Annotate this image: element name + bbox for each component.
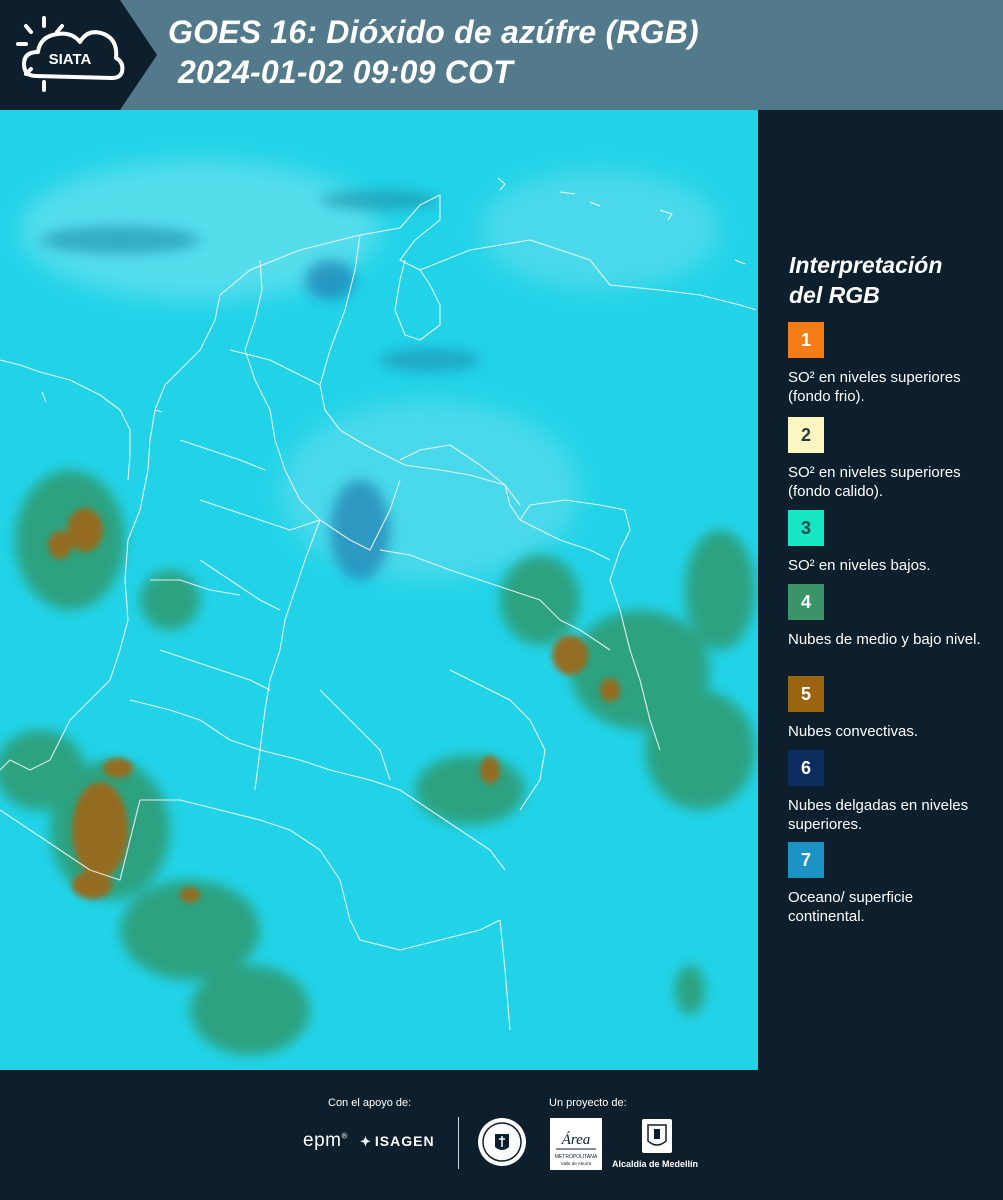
alcaldia-label: Alcaldía de Medellín [612,1159,699,1169]
footer: Con el apoyo de: Un proyecto de: epm® ✦ I… [0,1070,1003,1200]
legend-swatch-5: 5 [788,676,824,712]
project-label: Un proyecto de: [549,1097,627,1109]
university-seal-icon [478,1118,526,1166]
legend-item-4: 4 Nubes de medio y bajo nivel. [788,584,993,649]
legend-title: Interpretación del RGB [789,252,943,308]
siata-logo: SIATA [0,0,157,110]
legend-item-7: 7 Oceano/ superficie continental. [788,842,993,926]
legend-item-6: 6 Nubes delgadas en niveles superiores. [788,750,993,834]
sun-cloud-icon: SIATA [16,16,125,92]
legend-label-2: SO² en niveles superiores (fondo calido)… [788,464,961,500]
isagen-logo: ✦ ISAGEN [360,1133,435,1149]
header-bar: SIATA GOES 16: Dióxido de azúfre (RGB) 2… [0,0,1003,110]
legend-swatch-1: 1 [788,322,824,358]
legend-item-1: 1 SO² en niveles superiores (fondo frio)… [788,322,993,406]
legend-swatch-3: 3 [788,510,824,546]
legend-label-7: Oceano/ superficie continental. [788,889,914,925]
area-metropolitana-logo: Área METROPOLITANA Valle de Aburrá [550,1118,602,1170]
epm-logo: epm® [303,1130,348,1151]
satellite-image [0,110,758,1070]
legend-label-1: SO² en niveles superiores (fondo frio). [788,369,961,405]
footer-divider [458,1117,459,1169]
legend-label-5: Nubes convectivas. [788,723,919,740]
legend-item-5: 5 Nubes convectivas. [788,676,993,741]
support-label: Con el apoyo de: [328,1097,412,1109]
legend-panel: Interpretación del RGB 1 SO² en niveles … [760,110,1003,1070]
svg-text:Valle de Aburrá: Valle de Aburrá [561,1161,592,1166]
svg-text:METROPOLITANA: METROPOLITANA [555,1154,598,1160]
legend-label-3: SO² en niveles bajos. [788,557,931,574]
legend-swatch-6: 6 [788,750,824,786]
legend-swatch-7: 7 [788,842,824,878]
svg-text:SIATA: SIATA [49,51,92,68]
legend-item-2: 2 SO² en niveles superiores (fondo calid… [788,417,993,501]
legend-swatch-4: 4 [788,584,824,620]
svg-text:Área: Área [561,1131,591,1148]
title-line-2: 2024-01-02 09:09 COT [178,54,513,90]
isagen-icon: ✦ [360,1134,372,1149]
legend-label-4: Nubes de medio y bajo nivel. [788,631,981,648]
title-line-1: GOES 16: Dióxido de azúfre (RGB) [168,14,699,50]
legend-swatch-2: 2 [788,417,824,453]
legend-label-6: Nubes delgadas en niveles superiores. [788,797,969,833]
legend-item-3: 3 SO² en niveles bajos. [788,510,993,575]
satellite-map [0,110,758,1070]
page-title: GOES 16: Dióxido de azúfre (RGB) 2024-01… [168,12,699,92]
alcaldia-shield-icon [642,1119,672,1153]
